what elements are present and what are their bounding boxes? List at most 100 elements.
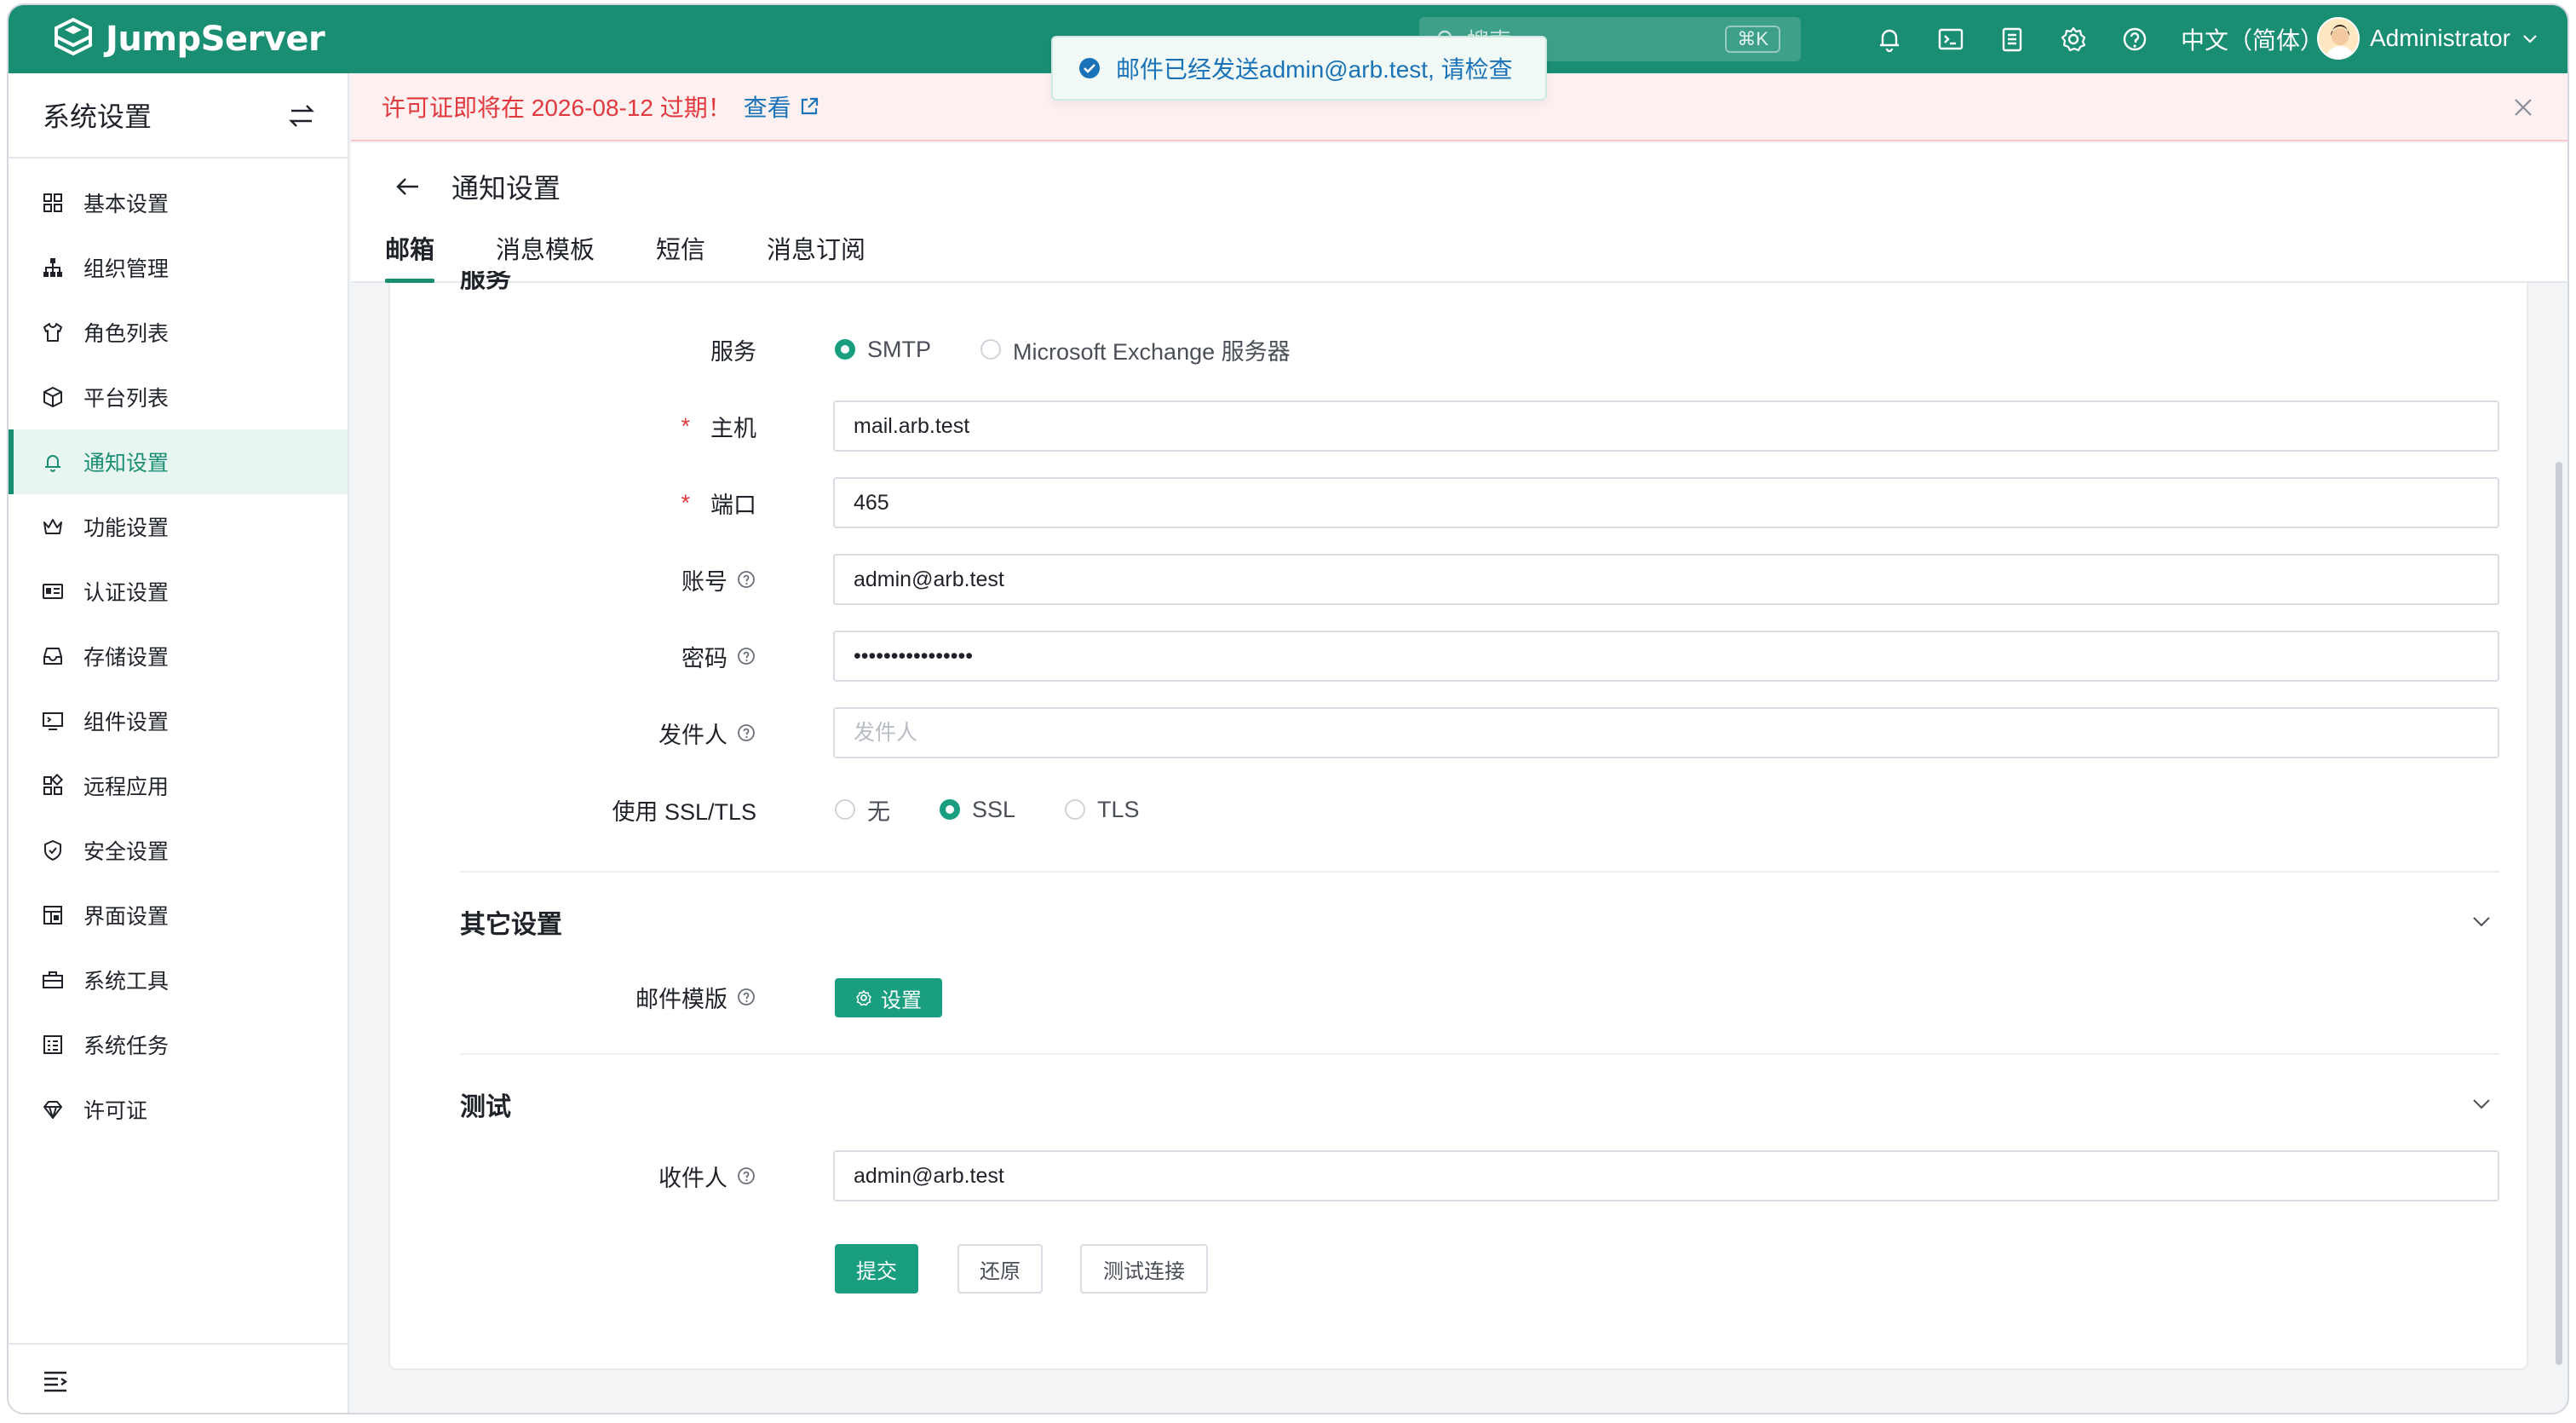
tab-bar: 邮箱 消息模板 短信 消息订阅 — [385, 230, 865, 283]
radio-ssl[interactable]: SSL — [940, 797, 1015, 823]
sidebar-item-roles[interactable]: 角色列表 — [9, 300, 348, 365]
reset-button[interactable]: 还原 — [957, 1244, 1043, 1293]
check-circle-icon — [1079, 58, 1100, 78]
tab-email[interactable]: 邮箱 — [385, 230, 435, 283]
tab-sms[interactable]: 短信 — [656, 230, 705, 283]
sidebar-item-label: 基本设置 — [83, 193, 170, 216]
sidebar-item-basic[interactable]: 基本设置 — [9, 170, 348, 235]
section-title-other: 其它设置 — [460, 911, 562, 939]
radio-smtp[interactable]: SMTP — [835, 337, 931, 363]
terminal-icon[interactable] — [1935, 24, 1966, 55]
sidebar-item-auth[interactable]: 认证设置 — [9, 559, 348, 624]
bell-icon[interactable] — [1874, 24, 1905, 55]
recipient-row: 收件人 — [390, 1150, 2527, 1201]
sender-label: 发件人 — [658, 707, 756, 758]
sidebar-item-security[interactable]: 安全设置 — [9, 818, 348, 883]
monitor-icon — [43, 712, 63, 730]
shield-icon — [44, 840, 61, 861]
user-name: Administrator — [2370, 25, 2510, 51]
sidebar-item-interface[interactable]: 界面设置 — [9, 883, 348, 948]
password-row: 密码 — [390, 631, 2527, 682]
sidebar-item-label: 通知设置 — [83, 452, 170, 475]
apps-icon — [43, 774, 64, 795]
sidebar-item-components[interactable]: 组件设置 — [9, 688, 348, 753]
test-connection-button[interactable]: 测试连接 — [1080, 1244, 1208, 1293]
ssl-label: 使用 SSL/TLS — [612, 798, 756, 825]
recipient-input[interactable] — [833, 1150, 2499, 1201]
sender-input[interactable] — [833, 707, 2499, 758]
template-row: 邮件模版 设置 — [390, 971, 2527, 1023]
radio-exchange[interactable]: Microsoft Exchange 服务器 — [980, 333, 1291, 366]
radio-label: TLS — [1097, 796, 1140, 822]
submit-button[interactable]: 提交 — [835, 1244, 918, 1293]
sidebar: 系统设置 基本设置 组织管理 角色列表 平台列表 通知设置 功能设置 认证设置 … — [9, 73, 349, 1413]
template-settings-button[interactable]: 设置 — [835, 978, 942, 1017]
user-menu[interactable]: Administrator — [2317, 17, 2539, 60]
sidebar-item-label: 远程应用 — [83, 775, 170, 799]
sidebar-item-tools[interactable]: 系统工具 — [9, 948, 348, 1012]
sidebar-header: 系统设置 — [9, 73, 348, 158]
license-view-link[interactable]: 查看 — [744, 89, 820, 124]
inbox-icon — [43, 648, 62, 665]
chevron-down-icon[interactable] — [2469, 908, 2494, 934]
sidebar-title: 系统设置 — [43, 101, 152, 132]
password-input[interactable] — [833, 631, 2499, 682]
id-card-icon — [43, 584, 63, 599]
sidebar-item-platforms[interactable]: 平台列表 — [9, 365, 348, 429]
search-shortcut: ⌘K — [1725, 26, 1780, 53]
help-icon[interactable] — [736, 987, 756, 1007]
radio-none[interactable]: 无 — [835, 793, 890, 827]
account-label: 账号 — [681, 554, 756, 605]
swap-icon[interactable] — [286, 101, 317, 131]
crown-icon — [43, 519, 62, 534]
help-icon[interactable] — [736, 569, 756, 590]
ssl-row: 使用 SSL/TLS 无 SSL TLS — [390, 784, 2527, 835]
success-toast: 邮件已经发送admin@arb.test, 请检查 — [1051, 36, 1547, 101]
sidebar-item-features[interactable]: 功能设置 — [9, 494, 348, 559]
radio-tls[interactable]: TLS — [1065, 797, 1140, 823]
radio-dot — [940, 799, 960, 820]
page-title: 通知设置 — [451, 173, 561, 204]
host-input[interactable] — [833, 400, 2499, 452]
back-arrow-icon[interactable] — [394, 172, 423, 201]
radio-label: SMTP — [867, 336, 932, 362]
bell-icon — [45, 455, 60, 472]
button-label: 设置 — [881, 988, 922, 1012]
help-icon[interactable] — [2119, 24, 2150, 55]
sidebar-item-label: 组织管理 — [83, 257, 170, 281]
section-title-test: 测试 — [460, 1093, 511, 1121]
sidebar-item-remote-apps[interactable]: 远程应用 — [9, 753, 348, 818]
sidebar-item-tasks[interactable]: 系统任务 — [9, 1012, 348, 1077]
sidebar-item-notifications[interactable]: 通知设置 — [9, 429, 348, 494]
tab-message-subscriptions[interactable]: 消息订阅 — [767, 230, 865, 283]
account-row: 账号 — [390, 554, 2527, 605]
gear-icon[interactable] — [2058, 24, 2089, 55]
account-input[interactable] — [833, 554, 2499, 605]
radio-label: 无 — [867, 798, 890, 825]
radio-dot — [980, 339, 1002, 360]
help-icon[interactable] — [736, 646, 756, 666]
shirt-icon — [43, 323, 62, 342]
app-window: JumpServer 搜索 ⌘K 中文（简体） Administrator 邮件… — [7, 3, 2569, 1414]
sidebar-item-label: 系统工具 — [83, 970, 170, 994]
sidebar-item-org[interactable]: 组织管理 — [9, 235, 348, 300]
service-row: 服务 SMTP Microsoft Exchange 服务器 — [390, 324, 2527, 375]
collapse-menu-icon[interactable] — [41, 1367, 70, 1396]
radio-dot — [1065, 799, 1086, 820]
sidebar-item-license[interactable]: 许可证 — [9, 1077, 348, 1142]
clipboard-icon[interactable] — [1997, 24, 2027, 55]
port-input[interactable] — [833, 477, 2499, 528]
chevron-down-icon[interactable] — [2469, 1091, 2494, 1116]
logo[interactable]: JumpServer — [51, 17, 325, 61]
help-icon[interactable] — [736, 1166, 756, 1186]
scrollbar[interactable] — [2556, 462, 2562, 1365]
avatar — [2317, 17, 2360, 60]
close-icon[interactable] — [2511, 95, 2535, 119]
sidebar-item-storage[interactable]: 存储设置 — [9, 624, 348, 688]
radio-dot — [835, 339, 855, 360]
cube-icon — [43, 387, 62, 407]
task-list-icon — [43, 1035, 62, 1054]
gear-icon — [856, 990, 871, 1006]
help-icon[interactable] — [736, 723, 756, 743]
sidebar-menu: 基本设置 组织管理 角色列表 平台列表 通知设置 功能设置 认证设置 存储设置 … — [9, 170, 348, 1142]
